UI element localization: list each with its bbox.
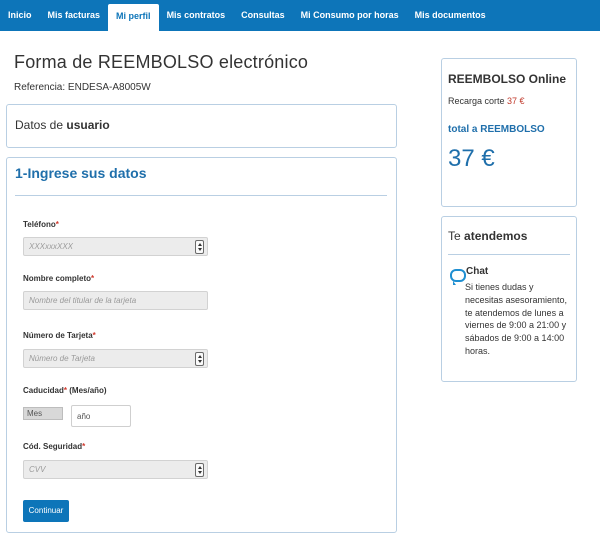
- top-navigation: Inicio Mis facturas Mi perfil Mis contra…: [0, 0, 600, 31]
- cvv-placeholder: CVV: [29, 465, 46, 474]
- user-data-bold: usuario: [66, 118, 110, 132]
- support-title-bold: atendemos: [464, 229, 528, 243]
- card-label-text: Número de Tarjeta: [23, 331, 93, 340]
- expiry-label-text: Caducidad: [23, 386, 64, 395]
- expiry-year-input[interactable]: año: [71, 405, 131, 427]
- nav-item-mi-consumo[interactable]: Mi Consumo por horas: [293, 0, 407, 31]
- cvv-spinner-icon[interactable]: [195, 463, 204, 477]
- phone-label: Teléfono*: [23, 220, 59, 229]
- phone-placeholder: XXXxxxXXX: [29, 242, 74, 251]
- card-number-input[interactable]: Número de Tarjeta: [23, 349, 208, 368]
- recharge-line: Recarga corte 37 €: [448, 96, 525, 106]
- reference-label: Referencia:: [14, 82, 66, 93]
- nav-item-mis-facturas[interactable]: Mis facturas: [40, 0, 109, 31]
- phone-spinner-icon[interactable]: [195, 240, 204, 254]
- refund-total-amount: 37 €: [448, 145, 495, 172]
- cvv-label-text: Cód. Seguridad: [23, 442, 83, 451]
- cvv-label: Cód. Seguridad*: [23, 442, 85, 451]
- reference-value: ENDESA-A8005W: [67, 82, 151, 93]
- chat-bubble-icon[interactable]: [450, 269, 466, 285]
- nav-item-mis-contratos[interactable]: Mis contratos: [159, 0, 234, 31]
- card-placeholder: Número de Tarjeta: [29, 354, 95, 363]
- support-title: Te atendemos: [448, 229, 527, 243]
- nav-item-consultas[interactable]: Consultas: [233, 0, 293, 31]
- user-data-prefix: Datos de: [15, 118, 64, 132]
- required-mark: *: [92, 331, 96, 340]
- phone-input[interactable]: XXXxxxXXX: [23, 237, 208, 256]
- phone-label-text: Teléfono: [23, 220, 56, 229]
- recharge-amount: 37 €: [507, 96, 525, 106]
- page-title: Forma de REEMBOLSO electrónico: [14, 52, 309, 72]
- name-input[interactable]: Nombre del titular de la tarjeta: [23, 291, 208, 310]
- expiry-suffix: (Mes/año): [67, 386, 107, 395]
- payment-form-panel: 1-Ingrese sus datos Teléfono* XXXxxxXXX …: [6, 157, 397, 533]
- required-mark: *: [91, 274, 95, 283]
- refund-summary-panel: REEMBOLSO Online Recarga corte 37 € tota…: [441, 58, 577, 207]
- form-title: 1-Ingrese sus datos: [15, 165, 147, 181]
- support-panel: Te atendemos Chat Si tienes dudas y nece…: [441, 216, 577, 382]
- nav-item-mi-perfil[interactable]: Mi perfil: [108, 4, 159, 31]
- recharge-label: Recarga corte: [448, 96, 505, 106]
- nav-list: Inicio Mis facturas Mi perfil Mis contra…: [0, 0, 600, 31]
- name-label: Nombre completo*: [23, 274, 94, 283]
- required-mark: *: [82, 442, 86, 451]
- name-placeholder: Nombre del titular de la tarjeta: [29, 296, 137, 305]
- expiry-month-value: Mes: [27, 409, 43, 418]
- form-divider: [15, 195, 387, 196]
- card-spinner-icon[interactable]: [195, 352, 204, 366]
- chat-title[interactable]: Chat: [466, 266, 488, 277]
- continue-button[interactable]: Continuar: [23, 500, 69, 522]
- name-label-text: Nombre completo: [23, 274, 92, 283]
- expiry-label: Caducidad* (Mes/año): [23, 386, 107, 395]
- expiry-year-placeholder: año: [77, 412, 91, 421]
- refund-summary-title: REEMBOLSO Online: [448, 72, 567, 86]
- nav-item-inicio[interactable]: Inicio: [0, 0, 40, 31]
- cvv-input[interactable]: CVV: [23, 460, 208, 479]
- support-title-prefix: Te: [448, 229, 461, 243]
- required-mark: *: [55, 220, 59, 229]
- card-label: Número de Tarjeta*: [23, 331, 96, 340]
- reference-line: Referencia: ENDESA-A8005W: [14, 82, 151, 93]
- user-data-heading: Datos de usuario: [15, 118, 110, 132]
- expiry-month-select[interactable]: Mes: [23, 407, 63, 420]
- chat-description: Si tienes dudas y necesitas asesoramient…: [465, 282, 568, 356]
- support-divider: [448, 254, 570, 255]
- user-data-panel: Datos de usuario: [6, 104, 397, 148]
- nav-item-mis-documentos[interactable]: Mis documentos: [407, 0, 494, 31]
- refund-total-label: total a REEMBOLSO: [448, 124, 545, 135]
